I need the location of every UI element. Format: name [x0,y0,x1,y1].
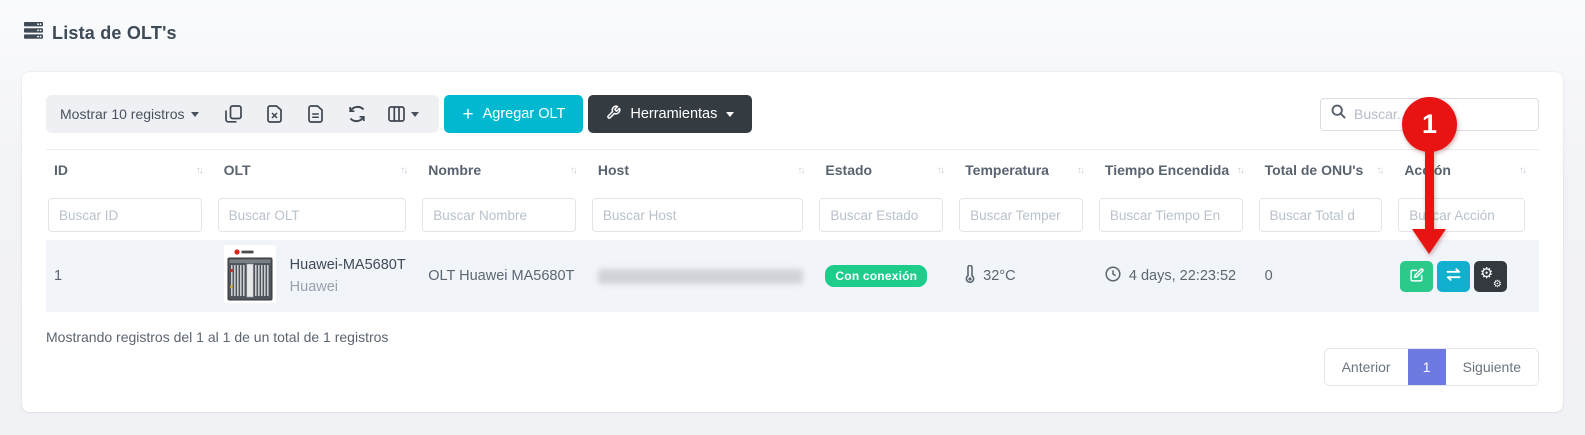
sort-icons: ↑↓ [1376,165,1382,176]
chevron-down-icon [726,112,734,117]
table-info-text: Mostrando registros del 1 al 1 de un tot… [46,329,1539,345]
gears-icon: ⚙⚙ [1482,268,1500,284]
filter-accion-input[interactable] [1398,198,1525,232]
uptime-value: 4 days, 22:23:52 [1129,268,1236,284]
pagination: Anterior 1 Siguiente [1324,348,1539,386]
olt-table: ID↑↓ OLT↑↓ Nombre↑↓ Host↑↓ Estado↑↓ Temp… [46,149,1539,312]
table-filter-row [46,190,1539,240]
table-header-row: ID↑↓ OLT↑↓ Nombre↑↓ Host↑↓ Estado↑↓ Temp… [46,149,1539,190]
column-header-id[interactable]: ID↑↓ [46,162,216,178]
cell-host [590,269,818,284]
sort-icons: ↑↓ [1237,165,1243,176]
edit-pencil-icon [1410,268,1424,285]
column-header-olt[interactable]: OLT↑↓ [216,162,421,178]
filter-temperatura-input[interactable] [959,198,1083,232]
datatable-buttons-strip: Mostrar 10 registros [46,95,439,133]
column-header-estado[interactable]: Estado↑↓ [817,162,957,178]
sort-icons: ↑↓ [196,165,202,176]
column-visibility-icon [388,106,405,122]
chevron-down-icon [411,112,419,117]
cell-estado: Con conexión [817,265,957,287]
wrench-icon [606,105,621,124]
temperature-value: 32°C [983,268,1015,284]
column-visibility-button[interactable] [377,95,429,133]
page-title: Lista de OLT's [52,23,177,44]
olt-device-image [224,245,276,307]
filter-olt-input[interactable] [218,198,407,232]
edit-olt-button[interactable] [1400,261,1433,292]
chevron-down-icon [191,112,199,117]
global-search [1320,98,1539,131]
filter-tiempo-input[interactable] [1099,198,1243,232]
column-header-total-onus[interactable]: Total de ONU's↑↓ [1257,162,1397,178]
sort-icons: ↑↓ [797,165,803,176]
sort-icons: ↑↓ [400,165,406,176]
transfer-olt-button[interactable] [1437,261,1470,292]
add-olt-label: Agregar OLT [483,106,566,122]
copy-button[interactable] [213,95,254,133]
excel-export-icon [267,105,282,123]
show-entries-label: Mostrar 10 registros [60,106,184,122]
file-export-button[interactable] [295,95,336,133]
pagination-page-1[interactable]: 1 [1408,349,1446,385]
show-entries-dropdown[interactable]: Mostrar 10 registros [60,106,213,122]
column-header-temperatura[interactable]: Temperatura↑↓ [957,162,1097,178]
file-export-icon [308,105,323,123]
cell-olt: Huawei-MA5680T Huawei [216,245,421,307]
search-icon [1331,104,1346,124]
refresh-icon [348,105,366,123]
cell-total-onus: 0 [1257,268,1397,284]
filter-host-input[interactable] [592,198,804,232]
transfer-arrows-icon [1446,268,1461,284]
cell-nombre: OLT Huawei MA5680T [420,268,590,284]
cell-tiempo-encendida: 4 days, 22:23:52 [1097,266,1257,286]
sort-icons: ↑↓ [1519,165,1525,176]
table-toolbar: Mostrar 10 registros [46,95,1539,133]
host-redacted-blur [598,269,803,284]
plus-icon: + [462,105,473,124]
olt-settings-button[interactable]: ⚙⚙ [1474,261,1507,292]
filter-nombre-input[interactable] [422,198,576,232]
clock-icon [1105,266,1121,286]
server-stack-icon [24,22,43,44]
table-row: 1 [46,240,1539,312]
page-header: Lista de OLT's [0,0,1585,44]
excel-export-button[interactable] [254,95,295,133]
column-header-host[interactable]: Host↑↓ [590,162,818,178]
pagination-previous[interactable]: Anterior [1325,349,1408,385]
cell-accion: ⚙⚙ [1396,261,1539,292]
status-badge: Con conexión [825,265,927,287]
refresh-button[interactable] [336,95,377,133]
cell-temperatura: 32°C [957,265,1097,288]
sort-icons: ↑↓ [570,165,576,176]
tools-label: Herramientas [630,106,717,122]
pagination-row: Anterior 1 Siguiente [46,348,1539,386]
add-olt-button[interactable]: + Agregar OLT [444,95,583,133]
cell-id: 1 [46,268,216,284]
search-input[interactable] [1354,106,1535,122]
filter-estado-input[interactable] [819,198,943,232]
sort-icons: ↑↓ [937,165,943,176]
pagination-next[interactable]: Siguiente [1446,349,1538,385]
olt-model-text: Huawei-MA5680T [290,257,406,273]
thermometer-icon [965,265,975,288]
column-header-nombre[interactable]: Nombre↑↓ [420,162,590,178]
olt-list-card: Mostrar 10 registros [22,72,1563,412]
column-header-accion[interactable]: Acción↑↓ [1396,162,1539,178]
olt-brand-text: Huawei [290,279,406,295]
filter-total-onus-input[interactable] [1259,198,1383,232]
column-header-tiempo-encendida[interactable]: Tiempo Encendida↑↓ [1097,162,1257,178]
sort-icons: ↑↓ [1077,165,1083,176]
tools-dropdown-button[interactable]: Herramientas [588,95,752,133]
filter-id-input[interactable] [48,198,202,232]
copy-icon [225,105,242,123]
